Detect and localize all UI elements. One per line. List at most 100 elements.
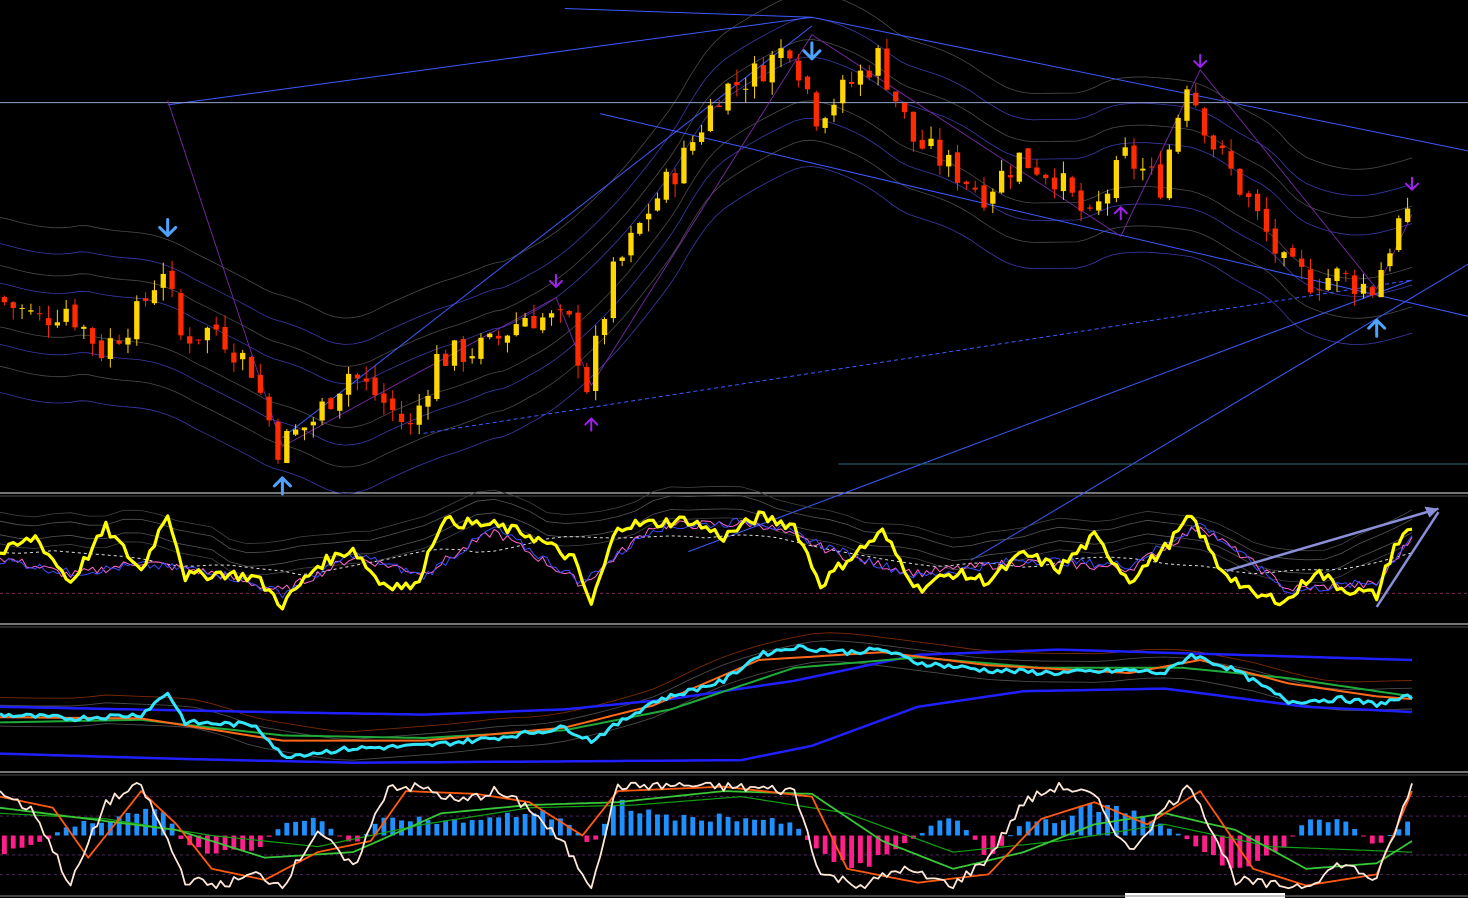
macd-histogram-bar (434, 823, 440, 836)
arrow-up-icon (584, 417, 599, 432)
candle-body (275, 421, 281, 460)
macd-histogram-bar (72, 826, 78, 836)
macd-histogram-bar (37, 835, 43, 842)
candle-body (760, 65, 767, 82)
candle-body (116, 340, 122, 344)
candle-body (1, 297, 8, 303)
macd-histogram-bar (1281, 835, 1287, 848)
candle-body (222, 326, 228, 350)
trendline (423, 279, 1413, 434)
price-panel (0, 0, 1468, 561)
macd-histogram-bar (425, 820, 431, 836)
candle-body (1140, 168, 1146, 171)
candle-body (998, 170, 1005, 193)
arrow-down-icon (1193, 54, 1208, 69)
macd-histogram-bar (955, 820, 960, 836)
candle-body (45, 318, 52, 326)
candle-body (248, 356, 255, 378)
candle-body (963, 181, 969, 185)
candle-body (981, 185, 987, 208)
macd-histogram-bar (813, 835, 819, 849)
candle-body (301, 427, 308, 431)
candle-body (1096, 201, 1102, 211)
arrow-down-icon (158, 217, 178, 237)
candle-body (796, 60, 802, 81)
candle-body (390, 398, 396, 411)
oscillator-line (0, 517, 1413, 599)
macd-histogram-bar (972, 835, 978, 840)
candle-body (1007, 175, 1014, 178)
macd-histogram-bar (505, 812, 510, 836)
candle-body (566, 310, 572, 315)
candle-body (1016, 152, 1022, 182)
macd-histogram-bar (81, 820, 87, 836)
candle-body (1281, 252, 1287, 258)
macd-histogram-bar (1378, 835, 1384, 843)
candle-body (416, 405, 422, 425)
candle-body (407, 422, 414, 425)
macd-histogram-bar (469, 820, 475, 836)
candle-body (1157, 164, 1164, 198)
macd-histogram-bar (522, 813, 528, 836)
candle-body (593, 335, 599, 391)
candle-body (495, 335, 502, 339)
candle-body (284, 431, 290, 464)
macd-histogram-bar (99, 822, 104, 836)
candle-body (928, 138, 934, 147)
candle-body (372, 377, 378, 396)
macd-histogram-bar (884, 835, 890, 855)
macd-histogram-bar (1052, 823, 1058, 836)
macd-histogram-bar (716, 813, 722, 836)
candle-body (972, 187, 978, 190)
candle-body (840, 79, 846, 104)
candle-body (1272, 228, 1278, 254)
candle-body (1113, 160, 1120, 199)
candle-body (769, 54, 775, 83)
candle-body (213, 324, 219, 330)
candle-body (725, 83, 731, 111)
candle-body (672, 173, 678, 185)
candle-body (990, 191, 996, 204)
macd-histogram-bar (752, 819, 757, 836)
candle-body (319, 401, 325, 421)
macd-histogram-bar (937, 820, 943, 836)
macd-histogram-bar (593, 835, 599, 840)
candle-body (884, 48, 890, 90)
candle-body (1307, 269, 1314, 293)
macd-histogram-bar (769, 818, 775, 836)
candle-body (1122, 147, 1128, 156)
candle-body (848, 81, 855, 85)
macd-histogram-bar (637, 813, 643, 836)
oscillator-panel (0, 485, 1468, 611)
candle-body (857, 70, 864, 85)
candle-body (63, 308, 69, 322)
candle-body (628, 232, 634, 256)
macd-panel (0, 781, 1468, 898)
macd-histogram-bar (1299, 825, 1305, 836)
candle-body (743, 88, 749, 90)
trendline (688, 279, 1413, 553)
macd-histogram-bar (293, 821, 299, 836)
candle-body (1237, 168, 1243, 195)
macd-histogram-bar (902, 835, 907, 844)
candle-body (231, 352, 237, 363)
candle-body (1131, 145, 1137, 169)
candle-body (557, 309, 564, 311)
arrow-down-icon (1405, 176, 1419, 191)
macd-histogram-bar (760, 819, 766, 836)
arrow-up-icon (272, 476, 292, 496)
candle-body (1369, 287, 1375, 296)
macd-histogram-bar (531, 813, 537, 836)
candle-body (1325, 277, 1331, 290)
macd-histogram-bar (796, 828, 802, 836)
macd-histogram-bar (866, 835, 872, 867)
candle-body (822, 118, 828, 128)
candle-body (875, 48, 881, 76)
macd-histogram-bar (1202, 835, 1208, 853)
candle-body (1343, 272, 1349, 274)
candle-body (54, 322, 61, 326)
candle-body (1387, 253, 1393, 267)
macd-histogram-bar (1325, 822, 1331, 836)
candle-body (690, 142, 696, 151)
oscillator-line (0, 519, 1413, 592)
